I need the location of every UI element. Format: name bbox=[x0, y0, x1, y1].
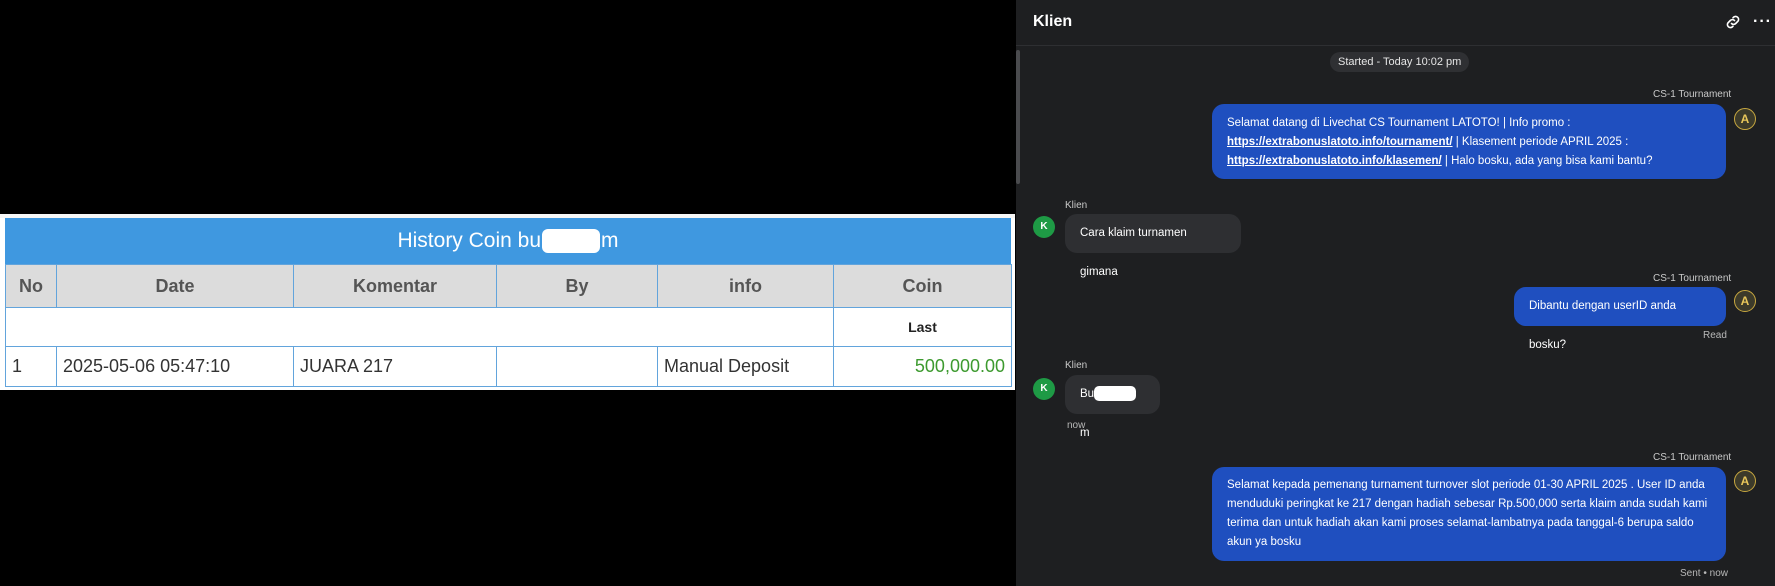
link-icon[interactable] bbox=[1724, 13, 1742, 31]
message-text: | Halo bosku, ada yang bisa kami bantu? bbox=[1441, 155, 1653, 167]
client-message-bubble: Cara klaim turnamen gimana bbox=[1065, 214, 1241, 278]
message-sender: Klien bbox=[1065, 200, 1088, 211]
chat-title: Klien bbox=[1033, 13, 1073, 30]
history-title-prefix: History Coin bu bbox=[397, 229, 542, 252]
column-header-komentar[interactable]: Komentar bbox=[293, 264, 497, 308]
message-sender: CS-1 Tournament bbox=[1653, 273, 1732, 284]
message-text: | Klasement periode APRIL 2025 : bbox=[1452, 136, 1629, 148]
agent-avatar: A bbox=[1734, 470, 1756, 492]
cell-coin: 500,000.00 bbox=[833, 346, 1012, 387]
message-line: https://extrabonuslatoto.info/tournament… bbox=[1227, 133, 1711, 152]
agent-message-bubble: Selamat kepada pemenang turnament turnov… bbox=[1212, 467, 1726, 561]
message-text: Dibantu dengan userID anda bosku? bbox=[1529, 300, 1677, 351]
column-header-date[interactable]: Date bbox=[56, 264, 294, 308]
cell-komentar: JUARA 217 bbox=[293, 346, 497, 387]
message-sender: CS-1 Tournament bbox=[1653, 89, 1732, 100]
message-line: terima dan untuk hadiah akan kami proses… bbox=[1227, 517, 1694, 529]
message-text-prefix: Bu bbox=[1080, 388, 1095, 400]
cell-no: 1 bbox=[5, 346, 57, 387]
table-subheader-row: Last bbox=[5, 307, 1012, 347]
message-text: Cara klaim turnamen gimana bbox=[1080, 227, 1187, 278]
client-avatar: K bbox=[1033, 216, 1055, 238]
message-line: https://extrabonuslatoto.info/klasemen/ … bbox=[1227, 152, 1711, 171]
cell-by-redacted bbox=[496, 346, 658, 387]
chat-started-pill: Started - Today 10:02 pm bbox=[1330, 52, 1470, 72]
table-header-row: No Date Komentar By info Coin bbox=[5, 264, 1012, 308]
redaction-mask bbox=[1094, 386, 1137, 402]
message-line: Selamat kepada pemenang turnament turnov… bbox=[1227, 479, 1705, 491]
table-row: 1 2025-05-06 05:47:10 JUARA 217 Manual D… bbox=[5, 346, 1012, 387]
chat-scrollbar[interactable] bbox=[1016, 50, 1020, 184]
column-header-by[interactable]: By bbox=[496, 264, 658, 308]
subheader-empty-cell bbox=[5, 307, 834, 347]
history-coin-panel: History Coin bu m No Date Komentar By inf… bbox=[0, 214, 1015, 390]
column-header-no[interactable]: No bbox=[5, 264, 57, 308]
message-sender: CS-1 Tournament bbox=[1653, 452, 1732, 463]
redaction-mask bbox=[542, 229, 601, 254]
agent-avatar: A bbox=[1734, 108, 1756, 130]
chat-panel: Klien ··· Started - Today 10:02 pm CS-1 … bbox=[1016, 0, 1775, 586]
message-status: Read bbox=[1703, 330, 1727, 341]
message-time: now bbox=[1067, 420, 1086, 431]
tournament-link[interactable]: https://extrabonuslatoto.info/tournament… bbox=[1227, 136, 1453, 148]
screenshot-stage: History Coin bu m No Date Komentar By inf… bbox=[0, 0, 1775, 586]
subheader-last: Last bbox=[833, 307, 1012, 347]
message-line: menduduki peringkat ke 217 dengan hadiah… bbox=[1227, 498, 1708, 510]
message-sender: Klien bbox=[1065, 360, 1088, 371]
agent-avatar: A bbox=[1734, 290, 1756, 312]
client-avatar: K bbox=[1033, 378, 1055, 400]
column-header-info[interactable]: info bbox=[657, 264, 834, 308]
message-line: Selamat datang di Livechat CS Tournament… bbox=[1227, 117, 1571, 129]
history-title-suffix: m bbox=[601, 229, 619, 252]
client-message-bubble: Bum bbox=[1065, 375, 1160, 439]
agent-message-bubble: Dibantu dengan userID anda bosku? bbox=[1514, 287, 1726, 351]
agent-message-bubble: Selamat datang di Livechat CS Tournament… bbox=[1212, 104, 1726, 179]
message-status: Sent • now bbox=[1680, 568, 1728, 579]
cell-date: 2025-05-06 05:47:10 bbox=[56, 346, 294, 387]
history-title-bar: History Coin bu m bbox=[5, 218, 1011, 264]
column-header-coin[interactable]: Coin bbox=[833, 264, 1012, 308]
message-line: akun ya bosku bbox=[1227, 536, 1302, 548]
chat-header: Klien ··· bbox=[1016, 0, 1775, 46]
cell-info: Manual Deposit bbox=[657, 346, 834, 387]
klasemen-link[interactable]: https://extrabonuslatoto.info/klasemen/ bbox=[1227, 155, 1442, 167]
history-table: No Date Komentar By info Coin Last 1 202… bbox=[5, 264, 1012, 387]
more-options-icon[interactable]: ··· bbox=[1753, 13, 1772, 31]
